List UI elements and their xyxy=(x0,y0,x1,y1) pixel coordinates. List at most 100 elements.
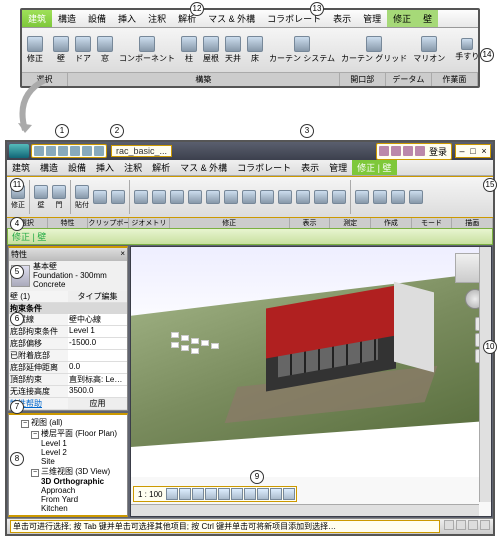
qat-open-icon[interactable] xyxy=(34,146,44,156)
favorite-icon[interactable] xyxy=(415,146,425,156)
mr-mirror-button[interactable] xyxy=(222,190,240,205)
3d-view-canvas[interactable] xyxy=(131,247,491,477)
qat-measure-icon[interactable] xyxy=(94,146,104,156)
prop-value[interactable]: 0.0 xyxy=(68,362,127,373)
detail-level-icon[interactable] xyxy=(166,488,178,500)
mtab-architecture[interactable]: 建筑 xyxy=(7,160,35,175)
tab-annotate[interactable]: 注釈 xyxy=(142,10,172,27)
property-row[interactable]: 底部偏移-1500.0 xyxy=(9,338,127,350)
prop-value[interactable]: -1500.0 xyxy=(68,338,127,349)
prop-value[interactable]: 直到标高: Le… xyxy=(68,374,127,385)
render-icon[interactable] xyxy=(218,488,230,500)
ceiling-button[interactable]: 天井 xyxy=(222,36,244,64)
crop-icon[interactable] xyxy=(231,488,243,500)
instance-filter[interactable]: 壁 (1) xyxy=(9,291,68,302)
minimize-button[interactable]: – xyxy=(457,146,467,156)
close-icon[interactable]: × xyxy=(120,249,125,260)
roof-button[interactable]: 屋根 xyxy=(200,36,222,64)
login-button[interactable]: 登录 xyxy=(427,145,449,158)
prop-value[interactable]: 3500.0 xyxy=(68,386,127,397)
wall-button[interactable]: 壁 xyxy=(50,36,72,64)
browser-view-fromyard[interactable]: From Yard xyxy=(11,495,125,504)
collapse-icon[interactable]: − xyxy=(21,420,29,428)
apply-button[interactable]: 应用 xyxy=(68,398,127,409)
tab-architecture[interactable]: 建筑 xyxy=(22,10,52,27)
browser-view-level2[interactable]: Level 2 xyxy=(11,448,125,457)
vertical-scrollbar[interactable] xyxy=(479,247,491,502)
mr-cut-button[interactable] xyxy=(91,190,109,205)
constraints-section[interactable]: 拘束条件 xyxy=(9,303,127,314)
curtain-system-button[interactable]: カーテン システム xyxy=(266,36,338,64)
mr-move-button[interactable] xyxy=(240,190,258,205)
collapse-icon[interactable]: − xyxy=(31,469,39,477)
help-icon[interactable] xyxy=(391,146,401,156)
visual-style-icon[interactable] xyxy=(179,488,191,500)
qat-print-icon[interactable] xyxy=(82,146,92,156)
mr-align-button[interactable] xyxy=(150,190,168,205)
mtab-analyze[interactable]: 解析 xyxy=(147,160,175,175)
mtab-manage[interactable]: 管理 xyxy=(324,160,352,175)
property-row[interactable]: 已附着底部 xyxy=(9,350,127,362)
prop-value[interactable]: Level 1 xyxy=(68,326,127,337)
mr-rotate-button[interactable] xyxy=(258,190,276,205)
tab-context-wall[interactable]: 壁 xyxy=(417,10,438,27)
mr-array-button[interactable] xyxy=(276,190,294,205)
tab-modify[interactable]: 修正 xyxy=(387,10,417,27)
workset-icon[interactable] xyxy=(444,520,454,530)
mr-copy-button[interactable] xyxy=(109,190,127,205)
prop-value[interactable] xyxy=(68,350,127,361)
close-button[interactable]: × xyxy=(479,146,489,156)
railing-button[interactable]: 手すり xyxy=(452,38,478,62)
tab-massing[interactable]: マス & 外構 xyxy=(202,10,261,27)
property-row[interactable]: 无连接高度3500.0 xyxy=(9,386,127,398)
mtab-mep[interactable]: 設備 xyxy=(63,160,91,175)
reveal-icon[interactable] xyxy=(283,488,295,500)
component-button[interactable]: コンポーネント xyxy=(116,36,178,64)
mtab-collaborate[interactable]: コラボレート xyxy=(232,160,296,175)
mtab-structure[interactable]: 構造 xyxy=(35,160,63,175)
column-button[interactable]: 柱 xyxy=(178,36,200,64)
crop-visible-icon[interactable] xyxy=(244,488,256,500)
type-selector[interactable]: 基本壁 Foundation - 300mm Concrete xyxy=(9,261,127,291)
mtab-massing[interactable]: マス & 外構 xyxy=(175,160,232,175)
lock-icon[interactable] xyxy=(257,488,269,500)
editable-icon[interactable] xyxy=(480,520,490,530)
filter-icon[interactable] xyxy=(468,520,478,530)
browser-view-level1[interactable]: Level 1 xyxy=(11,439,125,448)
browser-group-3dview[interactable]: −三维视图 (3D View) xyxy=(11,466,125,477)
maximize-button[interactable]: □ xyxy=(468,146,478,156)
qat-redo-icon[interactable] xyxy=(70,146,80,156)
mr-paste-button[interactable]: 貼付 xyxy=(73,185,91,210)
qat-undo-icon[interactable] xyxy=(58,146,68,156)
browser-view-kitchen[interactable]: Kitchen xyxy=(11,504,125,513)
window-button[interactable]: 窓 xyxy=(94,36,116,64)
mr-extra1-button[interactable] xyxy=(353,190,371,205)
browser-view-3dortho[interactable]: 3D Orthographic xyxy=(11,477,125,486)
tab-insert[interactable]: 挿入 xyxy=(112,10,142,27)
mr-door-button[interactable]: 門 xyxy=(50,185,68,210)
mr-join-button[interactable] xyxy=(132,190,150,205)
horizontal-scrollbar[interactable] xyxy=(131,504,479,516)
prop-value[interactable]: 壁中心線 xyxy=(68,314,127,325)
mr-pin-button[interactable] xyxy=(312,190,330,205)
design-option-icon[interactable] xyxy=(456,520,466,530)
sun-path-icon[interactable] xyxy=(192,488,204,500)
options-bar[interactable]: 修正 | 壁 xyxy=(7,228,493,245)
tab-structure[interactable]: 構造 xyxy=(52,10,82,27)
browser-group-floorplan[interactable]: −楼层平面 (Floor Plan) xyxy=(11,428,125,439)
properties-header[interactable]: 特性× xyxy=(9,248,127,261)
mr-trim-button[interactable] xyxy=(168,190,186,205)
browser-view-site[interactable]: Site xyxy=(11,457,125,466)
modify-button[interactable]: 修正 xyxy=(24,36,46,64)
mr-extra3-button[interactable] xyxy=(389,190,407,205)
drawing-viewport[interactable]: 1 : 100 xyxy=(130,246,492,517)
mr-extra4-button[interactable] xyxy=(407,190,425,205)
edit-type-button[interactable]: タイプ編集 xyxy=(68,291,127,302)
community-icon[interactable] xyxy=(403,146,413,156)
tab-view[interactable]: 表示 xyxy=(327,10,357,27)
floor-button[interactable]: 床 xyxy=(244,36,266,64)
mr-split-button[interactable] xyxy=(186,190,204,205)
subscribe-icon[interactable] xyxy=(379,146,389,156)
view-scale[interactable]: 1 : 100 xyxy=(135,490,165,499)
door-button[interactable]: ドア xyxy=(72,36,94,64)
